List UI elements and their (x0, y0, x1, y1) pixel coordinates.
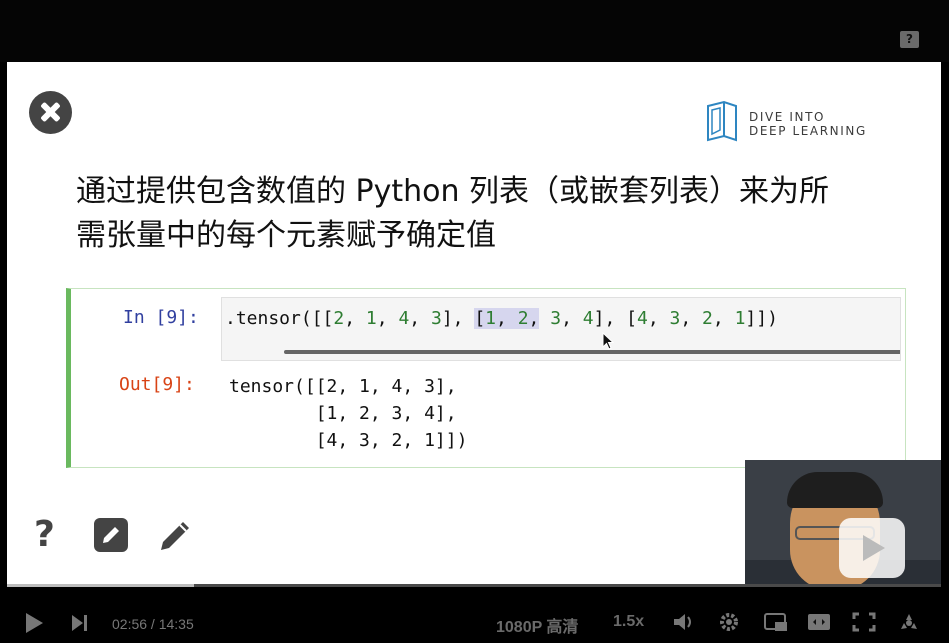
slide-title: 通过提供包含数值的 Python 列表（或嵌套列表）来为所 需张量中的每个元素赋… (76, 170, 896, 258)
slide-title-line2: 需张量中的每个元素赋予确定值 (76, 218, 496, 253)
horizontal-scrollbar[interactable] (284, 350, 900, 354)
input-prompt: In [9]: (123, 307, 199, 328)
code-line: .tensor([[2, 1, 4, 3], [1, 2, 3, 4], [4,… (225, 308, 778, 329)
help-icon[interactable]: ? (900, 31, 919, 48)
top-bar: ? (0, 0, 949, 62)
code-input[interactable]: .tensor([[2, 1, 4, 3], [1, 2, 3, 4], [4,… (221, 297, 901, 361)
slide: DIVE INTO DEEP LEARNING 通过提供包含数值的 Python… (7, 62, 941, 587)
player-controls: 02:56 / 14:35 1080P 高清 1.5x (0, 600, 949, 643)
output-line-2: [1, 2, 3, 4], (229, 403, 457, 424)
danmaku-icon[interactable] (898, 612, 920, 634)
quality-selector[interactable]: 1080P 高清 (496, 613, 578, 637)
mouse-cursor-icon (602, 332, 614, 350)
play-icon[interactable] (24, 612, 44, 634)
book-logo-icon (707, 100, 737, 142)
speed-selector[interactable]: 1.5x (613, 613, 644, 631)
logo-line1: DIVE INTO (749, 110, 826, 124)
presenter-hair (787, 472, 883, 508)
progress-bar[interactable] (7, 584, 941, 587)
help-icon[interactable]: ? (34, 514, 55, 555)
time-readout: 02:56 / 14:35 (112, 616, 194, 632)
volume-icon[interactable] (673, 612, 695, 632)
play-overlay-icon[interactable] (839, 518, 905, 578)
close-icon[interactable] (29, 91, 72, 134)
duration: 14:35 (158, 616, 194, 632)
cell-output: tensor([[2, 1, 4, 3], [1, 2, 3, 4], [4, … (229, 373, 467, 454)
next-track-icon[interactable] (71, 614, 89, 632)
fullscreen-icon[interactable] (852, 612, 876, 632)
d2l-logo: DIVE INTO DEEP LEARNING (704, 100, 874, 144)
output-prompt: Out[9]: (119, 374, 195, 395)
output-line-1: tensor([[2, 1, 4, 3], (229, 376, 457, 397)
pencil-icon[interactable] (158, 517, 194, 553)
settings-icon[interactable] (719, 612, 739, 632)
logo-line2: DEEP LEARNING (749, 124, 867, 138)
wide-icon[interactable] (807, 612, 831, 632)
time-separator: / (147, 616, 159, 632)
progress-fill (7, 584, 194, 587)
edit-box-icon[interactable] (93, 517, 129, 553)
logo-text: DIVE INTO DEEP LEARNING (749, 110, 867, 138)
slide-title-line1: 通过提供包含数值的 Python 列表（或嵌套列表）来为所 (76, 174, 830, 209)
output-line-3: [4, 3, 2, 1]]) (229, 430, 468, 451)
pip-icon[interactable] (764, 612, 788, 632)
current-time: 02:56 (112, 616, 148, 632)
notebook-cell[interactable]: In [9]: .tensor([[2, 1, 4, 3], [1, 2, 3,… (66, 288, 906, 468)
